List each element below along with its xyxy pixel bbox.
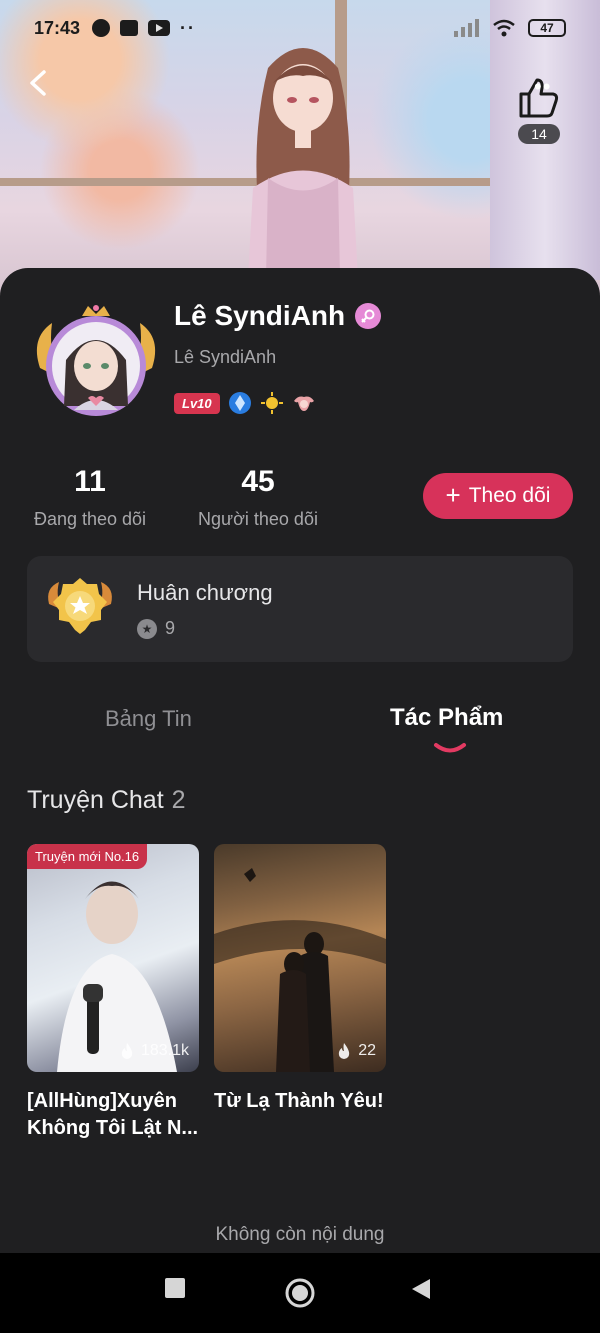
section-title: Truyện Chat 2 bbox=[27, 786, 186, 815]
signal-icon bbox=[454, 19, 479, 37]
more-options-button[interactable]: •• bbox=[534, 74, 551, 100]
story-cover[interactable]: 22 bbox=[214, 844, 386, 1072]
avatar[interactable] bbox=[30, 298, 162, 426]
profile-name: Lê SyndiAnh bbox=[174, 300, 346, 331]
medal-title: Huân chương bbox=[137, 580, 273, 605]
story-views-count: 22 bbox=[358, 1042, 376, 1059]
more-notifications-icon: ·· bbox=[180, 17, 197, 38]
medal-count: 9 bbox=[165, 618, 176, 638]
back-nav-button[interactable] bbox=[410, 1277, 432, 1301]
picture-in-picture-icon bbox=[120, 20, 139, 36]
story-views: 183.1k bbox=[119, 1042, 189, 1060]
back-button[interactable] bbox=[22, 66, 56, 100]
medal-card[interactable]: Huân chương ★ 9 bbox=[27, 556, 573, 662]
female-gender-icon bbox=[355, 303, 382, 329]
globe-icon bbox=[92, 19, 111, 37]
story-title-line-1: [AllHùng]Xuyên bbox=[27, 1090, 177, 1112]
followers-stat[interactable]: 45 Người theo dõi bbox=[188, 465, 328, 530]
battery-icon: 47 bbox=[528, 19, 566, 37]
sun-badge-icon[interactable] bbox=[260, 391, 284, 415]
following-label: Đang theo dõi bbox=[33, 509, 147, 529]
banner-character bbox=[248, 48, 358, 278]
youtube-icon bbox=[148, 20, 171, 36]
follow-button[interactable]: + Theo dõi bbox=[423, 473, 573, 519]
recent-apps-button[interactable] bbox=[164, 1277, 186, 1299]
story-cover-art bbox=[57, 881, 177, 1072]
status-time: 17:43 bbox=[34, 17, 81, 38]
tab-feed[interactable]: Bảng Tin bbox=[105, 706, 192, 732]
story-title[interactable]: [AllHùng]Xuyên Không Tôi Lật N... bbox=[27, 1088, 199, 1142]
pink-face-badge-icon[interactable] bbox=[292, 391, 316, 415]
story-card[interactable]: Truyện mới No.16 183.1k [AllHùng]Xuyên K… bbox=[27, 844, 199, 1142]
story-cover-art bbox=[214, 868, 386, 1072]
tab-bar: Bảng Tin Tác Phẩm bbox=[0, 704, 600, 756]
blue-gem-badge-icon[interactable] bbox=[228, 391, 252, 415]
medal-icon bbox=[48, 578, 112, 634]
story-card[interactable]: 22 Từ Lạ Thành Yêu! bbox=[214, 844, 386, 1115]
section-title-label: Truyện Chat bbox=[27, 786, 164, 814]
story-title-line-2: Không Tôi Lật N... bbox=[27, 1117, 199, 1139]
story-title-line-1: Từ Lạ Thành Yêu! bbox=[214, 1090, 384, 1112]
end-of-content-text: Không còn nội dung bbox=[215, 1224, 385, 1245]
new-story-tag: Truyện mới No.16 bbox=[27, 844, 148, 869]
home-button[interactable] bbox=[284, 1277, 316, 1309]
section-count: 2 bbox=[171, 786, 186, 814]
story-views: 22 bbox=[336, 1042, 376, 1060]
level-badge[interactable]: Lv10 bbox=[174, 392, 220, 414]
following-count: 11 bbox=[74, 465, 106, 498]
story-cover[interactable]: Truyện mới No.16 183.1k bbox=[27, 844, 199, 1072]
status-bar: 17:43 ·· 47 bbox=[0, 0, 600, 56]
plus-icon: + bbox=[445, 480, 461, 510]
star-icon: ★ bbox=[137, 618, 157, 639]
tab-works[interactable]: Tác Phẩm bbox=[390, 704, 503, 732]
like-count: 14 bbox=[518, 124, 560, 144]
system-navigation-bar bbox=[0, 1253, 600, 1333]
flame-icon bbox=[339, 1043, 350, 1059]
follow-button-label: Theo dõi bbox=[468, 484, 551, 507]
wifi-icon bbox=[493, 19, 515, 37]
active-tab-indicator bbox=[434, 743, 466, 753]
story-title[interactable]: Từ Lạ Thành Yêu! bbox=[214, 1088, 386, 1115]
flame-icon bbox=[121, 1043, 133, 1059]
followers-label: Người theo dõi bbox=[198, 509, 318, 529]
profile-handle: Lê SyndiAnh bbox=[174, 347, 277, 367]
following-stat[interactable]: 11 Đang theo dõi bbox=[20, 465, 160, 530]
story-views-count: 183.1k bbox=[140, 1042, 189, 1059]
badge-row: Lv10 bbox=[174, 391, 316, 415]
followers-count: 45 bbox=[241, 465, 275, 498]
